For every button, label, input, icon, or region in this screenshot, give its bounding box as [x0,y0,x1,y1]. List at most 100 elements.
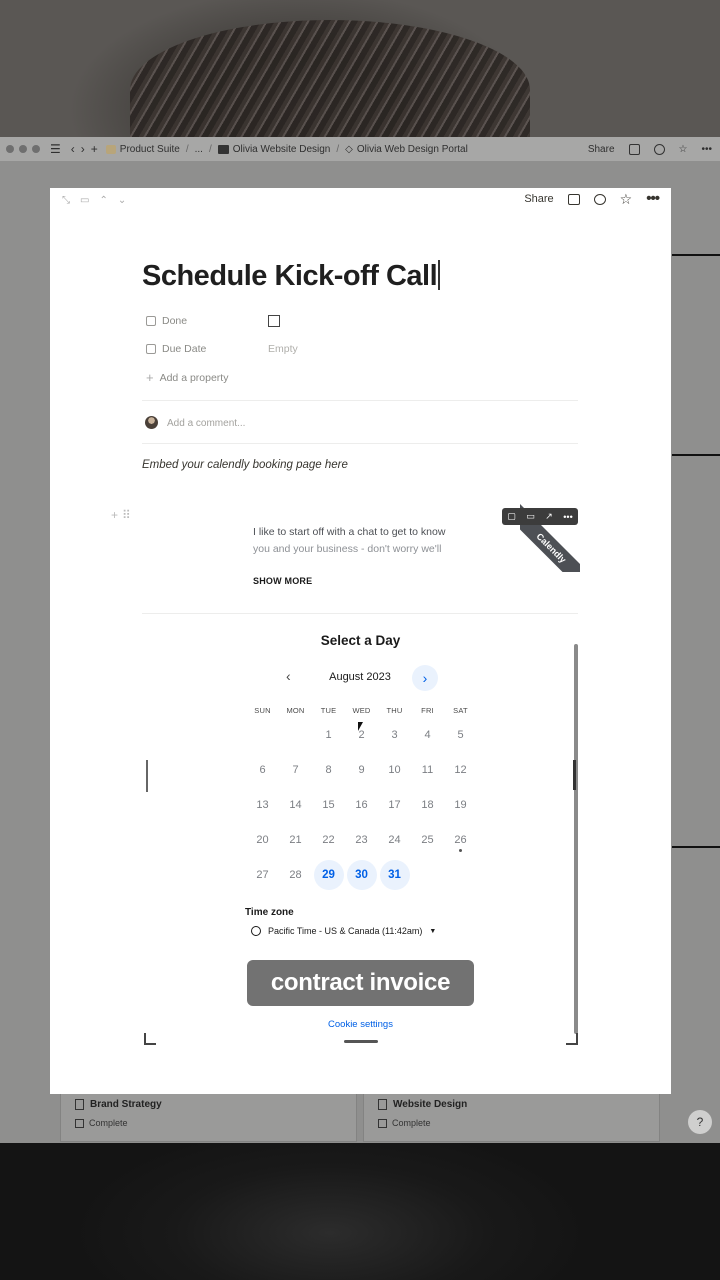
card-brand-strategy[interactable]: Brand Strategy Complete [60,1092,357,1142]
more-icon[interactable]: ••• [646,191,660,206]
modal-share-button[interactable]: Share [524,193,553,205]
timezone-label: Time zone [245,907,294,918]
calendar-week: 6 7 8 9 10 11 12 [246,752,477,787]
background-divider [672,846,720,848]
property-label: Due Date [162,343,207,355]
weekday-label: TUE [320,705,337,715]
calendar-day-available[interactable]: 29 [312,859,345,890]
calendar-day: 24 [388,833,401,846]
calendar-day: 4 [424,728,431,741]
calendar-day: 27 [256,868,269,881]
share-button[interactable]: Share [588,144,615,155]
top-toolbar: ☰ ‹ › + Product Suite / ... / Olivia Websi… [0,137,720,161]
checkbox[interactable] [378,1118,387,1128]
card-website-design[interactable]: Website Design Complete [363,1092,660,1142]
star-icon[interactable]: ☆ [679,144,688,155]
weekday-label: SUN [254,705,271,715]
calendar-week: 13 14 15 16 17 18 19 [246,787,477,822]
calendar-day: 5 [457,728,464,741]
caption-icon[interactable]: ▭ [526,511,535,522]
calendar-week: 20 21 22 23 24 25 26 [246,822,477,857]
show-more-button[interactable]: SHOW MORE [253,576,312,586]
page-icon [378,1099,387,1110]
back-icon[interactable]: ‹ [71,142,75,156]
resize-corner[interactable] [566,1033,578,1045]
card-status: Complete [392,1118,431,1128]
webcam-bottom [0,1143,720,1280]
weekday-label: THU [386,705,403,715]
comment-icon[interactable]: ▢ [507,511,516,522]
page-title[interactable]: Schedule Kick-off Call [142,260,440,293]
day-number: 30 [346,859,377,890]
comments-icon[interactable] [567,193,580,205]
calendar-day: 8 [325,763,332,776]
weekday-label: FRI [421,705,434,715]
history-icon[interactable] [593,193,606,205]
open-link-icon[interactable]: ↗ [545,511,553,522]
calendar-day: 11 [421,763,434,776]
page-icon [75,1099,84,1110]
calendar-icon [146,344,156,354]
card-status: Complete [89,1118,128,1128]
more-icon[interactable]: ••• [563,512,572,522]
embed-note[interactable]: Embed your calendly booking page here [142,459,348,471]
expand-icon[interactable]: ⤡ [62,195,70,206]
chevron-up-icon[interactable]: ⌃ [99,195,107,206]
chevron-down-icon[interactable]: ⌄ [118,195,126,206]
background-divider [672,254,720,256]
calendar-day: 18 [421,798,434,811]
calendar-day: 6 [259,763,266,776]
open-as-page-icon[interactable]: ▭ [80,195,89,206]
webcam-top [0,0,720,160]
star-icon[interactable]: ☆ [620,192,633,206]
card-title: Brand Strategy [90,1099,162,1110]
history-icon[interactable] [653,143,665,155]
video-caption: contract invoice [247,960,474,1006]
breadcrumb-item[interactable]: Olivia Website Design [233,144,331,155]
window-controls[interactable] [6,145,40,153]
done-checkbox[interactable] [268,315,280,327]
checkbox-property-icon [146,316,156,326]
property-done[interactable]: Done [146,315,187,327]
scrollbar-thumb[interactable] [573,760,576,790]
breadcrumb-item[interactable]: Olivia Web Design Portal [357,144,468,155]
calendar-day: 19 [454,798,467,811]
more-icon[interactable]: ••• [701,144,712,155]
resize-handle[interactable] [344,1040,378,1043]
resize-corner[interactable] [144,1033,156,1045]
card-title: Website Design [393,1099,468,1110]
breadcrumb: Product Suite / ... / Olivia Website Desig… [105,144,468,155]
background-divider [672,454,720,456]
page-modal: ⤡ ▭ ⌃ ⌄ Share ☆ ••• Schedule Kick-off Ca… [50,188,671,1094]
comments-icon[interactable] [628,143,640,155]
property-due-date[interactable]: Due Date [146,343,206,355]
calendar-grid: SUN MON TUE WED THU FRI SAT 1 2 3 4 5 6 7 8 9 10 11 12 13 1… [246,703,477,892]
menu-icon[interactable]: ☰ [50,142,61,156]
timezone-select[interactable]: Pacific Time - US & Canada (11:42am) ▼ [251,926,436,936]
text-cursor [438,260,440,290]
day-number: 31 [379,859,410,890]
intro-line: you and your business - don't worry we'l… [253,543,442,555]
background-cards: Brand Strategy Complete Website Design C… [60,1092,660,1142]
new-page-icon[interactable]: + [91,142,98,156]
calendar-day: 23 [355,833,368,846]
block-drag-handle[interactable]: +⠿ [111,508,135,522]
help-button[interactable]: ? [688,1110,712,1134]
calendar-day-available[interactable]: 30 [345,859,378,890]
weekday-label: SAT [453,705,468,715]
forward-icon[interactable]: › [81,142,85,156]
embed-scrollbar[interactable] [574,644,578,1034]
calendar-day: 20 [256,833,269,846]
avatar [145,416,158,429]
calendar-day-available[interactable]: 31 [378,859,411,890]
modal-header: ⤡ ▭ ⌃ ⌄ Share ☆ ••• [50,188,671,214]
checkbox[interactable] [75,1118,84,1128]
toolbar-actions: Share ☆ ••• [588,137,712,161]
add-property-button[interactable]: + Add a property [146,370,228,385]
workspace-icon [105,144,116,154]
comment-input[interactable]: Add a comment... [167,418,245,429]
due-date-value[interactable]: Empty [268,343,298,355]
breadcrumb-item[interactable]: Product Suite [120,144,180,155]
breadcrumb-item[interactable]: ... [195,144,203,155]
next-month-button[interactable]: › [412,665,438,691]
